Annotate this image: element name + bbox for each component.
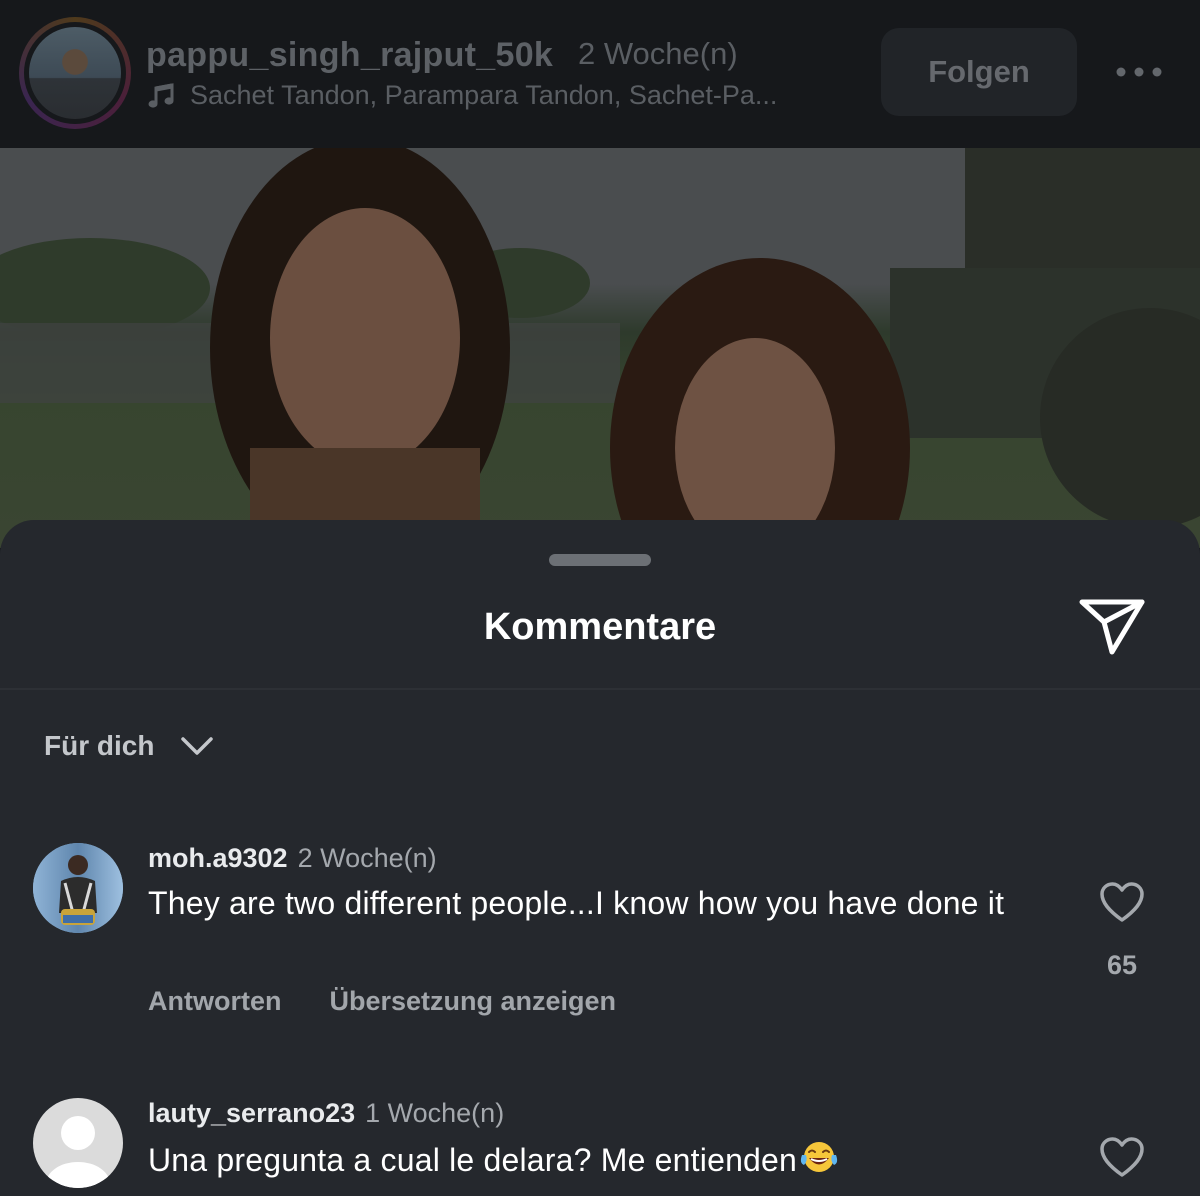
- author-avatar-photo: [29, 27, 121, 119]
- follow-button[interactable]: Folgen: [881, 28, 1077, 116]
- commenter-avatar[interactable]: [33, 1098, 123, 1188]
- like-count: 65: [1106, 950, 1138, 980]
- comment-text-content: Una pregunta a cual le delara? Me entien…: [148, 1142, 798, 1178]
- comment-text: Una pregunta a cual le delara? Me entien…: [148, 1139, 1018, 1180]
- sort-dropdown[interactable]: Für dich: [44, 724, 214, 768]
- comment-username[interactable]: moh.a9302: [148, 843, 288, 874]
- post-time: 2 Woche(n): [578, 36, 738, 71]
- heart-icon[interactable]: [1098, 1135, 1146, 1179]
- music-track[interactable]: Sachet Tandon, Parampara Tandon, Sachet-…: [190, 80, 840, 111]
- commenter-avatar[interactable]: [33, 843, 123, 933]
- comment-actions: Antworten Übersetzung anzeigen: [148, 986, 616, 1017]
- comment-header: moh.a9302 2 Woche(n): [148, 843, 437, 874]
- post-image: [0, 148, 1200, 548]
- divider: [0, 688, 1200, 690]
- default-avatar-icon: [33, 1098, 123, 1188]
- sheet-title: Kommentare: [483, 606, 717, 648]
- author-avatar[interactable]: [19, 17, 131, 129]
- comment-item: lauty_serrano23 1 Woche(n) Una pregunta …: [0, 1095, 1200, 1196]
- comment-username[interactable]: lauty_serrano23: [148, 1098, 355, 1129]
- reply-button[interactable]: Antworten: [148, 986, 281, 1017]
- comment-time: 1 Woche(n): [365, 1098, 505, 1128]
- more-dots-icon[interactable]: [1112, 54, 1166, 90]
- post-photo: [0, 148, 1200, 548]
- paper-plane-icon[interactable]: [1076, 596, 1148, 658]
- heart-icon[interactable]: [1098, 880, 1146, 924]
- comment-item: moh.a9302 2 Woche(n) They are two differ…: [0, 840, 1200, 1060]
- music-note-icon: [148, 83, 174, 108]
- author-username[interactable]: pappu_singh_rajput_50k: [146, 36, 553, 75]
- screen: pappu_singh_rajput_50k 2 Woche(n) Sachet…: [0, 0, 1200, 1196]
- commenter-avatar-photo: [33, 843, 123, 933]
- chevron-down-icon: [181, 737, 214, 755]
- sort-label: Für dich: [44, 730, 155, 761]
- comment-text: They are two different people...I know h…: [148, 885, 1005, 921]
- show-translation-button[interactable]: Übersetzung anzeigen: [329, 986, 616, 1017]
- post-header: pappu_singh_rajput_50k 2 Woche(n) Sachet…: [0, 0, 1200, 148]
- sheet-grabber[interactable]: [549, 554, 651, 566]
- laughing-tears-emoji: [800, 1142, 838, 1172]
- comments-sheet: Kommentare Für dich moh.a9302 2 Woche(n)…: [0, 520, 1200, 1196]
- comment-header: lauty_serrano23 1 Woche(n): [148, 1098, 504, 1129]
- comment-time: 2 Woche(n): [297, 843, 437, 873]
